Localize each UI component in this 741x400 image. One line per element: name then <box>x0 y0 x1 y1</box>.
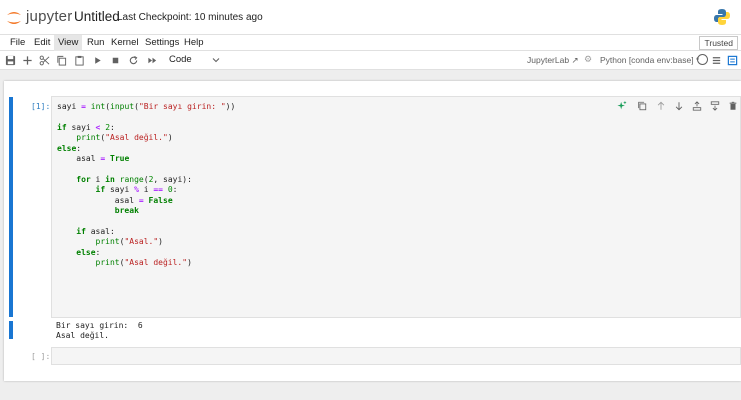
ai-sparkle-icon[interactable] <box>616 100 628 112</box>
stop-icon[interactable] <box>109 54 122 67</box>
save-icon[interactable] <box>4 54 17 67</box>
menu-help[interactable]: Help <box>180 35 208 51</box>
jupyterlab-link[interactable]: JupyterLab ↗ <box>527 55 579 66</box>
settings-gear-icon[interactable]: ⚙ <box>584 54 592 65</box>
output-collapser[interactable] <box>9 321 13 339</box>
cell-type-select[interactable]: Code <box>169 54 227 67</box>
code-cell-prompt: [1]: <box>31 102 51 111</box>
cut-icon[interactable] <box>38 54 51 67</box>
run-icon[interactable] <box>91 54 104 67</box>
move-up-icon[interactable] <box>655 100 667 112</box>
paste-icon[interactable] <box>73 54 86 67</box>
insert-below-icon[interactable] <box>709 100 721 112</box>
empty-cell-prompt: [ ]: <box>31 352 51 361</box>
delete-cell-icon[interactable] <box>727 100 739 112</box>
kernel-name[interactable]: Python [conda env:base] * <box>600 55 699 65</box>
menu-kernel[interactable]: Kernel <box>107 35 142 51</box>
menu-edit[interactable]: Edit <box>30 35 54 51</box>
notebook-header: jupyter Untitled Last Checkpoint: 10 min… <box>0 0 741 35</box>
trusted-badge[interactable]: Trusted <box>699 36 738 50</box>
code-cell-source: sayi = int(input("Bir sayı girin: ")) if… <box>57 102 236 268</box>
active-cell-marker[interactable] <box>9 97 13 317</box>
copy-icon[interactable] <box>55 54 68 67</box>
menu-run[interactable]: Run <box>83 35 108 51</box>
empty-cell-editor[interactable] <box>51 347 741 365</box>
external-link-icon: ↗ <box>571 55 579 65</box>
menu-bar: File Edit View Run Kernel Settings Help … <box>0 35 741 51</box>
notebook-toolbar: Code JupyterLab ↗ ⚙ Python [conda env:ba… <box>0 51 741 70</box>
insert-above-icon[interactable] <box>691 100 703 112</box>
duplicate-cell-icon[interactable] <box>636 100 648 112</box>
notebook-title[interactable]: Untitled <box>74 9 120 24</box>
cell-output: Bir sayı girin: 6 Asal değil. <box>56 321 143 341</box>
code-cell-editor[interactable]: sayi = int(input("Bir sayı girin: ")) if… <box>51 96 741 318</box>
jupyter-logo-icon[interactable] <box>6 9 22 27</box>
chevron-down-icon <box>212 58 220 63</box>
run-all-icon[interactable] <box>146 54 159 67</box>
notebook-icon[interactable] <box>726 54 739 67</box>
add-cell-icon[interactable] <box>21 54 34 67</box>
cell-type-value: Code <box>169 54 192 65</box>
jupyter-brand[interactable]: jupyter <box>26 8 72 25</box>
move-down-icon[interactable] <box>673 100 685 112</box>
python-logo-icon <box>714 9 730 25</box>
last-checkpoint-text: Last Checkpoint: 10 minutes ago <box>117 12 263 23</box>
restart-icon[interactable] <box>127 54 140 67</box>
kernel-status-icon <box>697 54 708 65</box>
menu-file[interactable]: File <box>6 35 29 51</box>
notebook-panel: [1]: sayi = int(input("Bir sayı girin: "… <box>4 81 741 381</box>
menu-lines-icon[interactable] <box>710 54 723 67</box>
menu-settings[interactable]: Settings <box>141 35 183 51</box>
menu-view[interactable]: View <box>54 35 83 51</box>
